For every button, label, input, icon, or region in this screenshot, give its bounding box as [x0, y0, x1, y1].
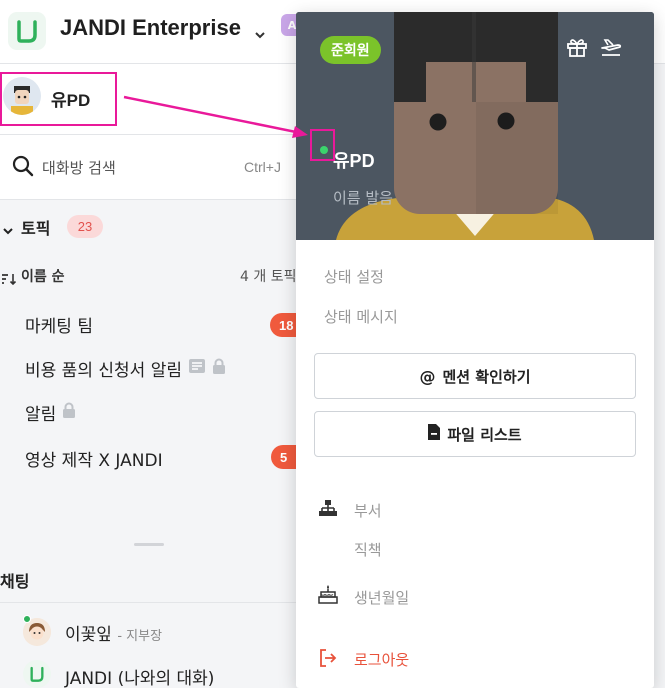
logout-button[interactable]: 로그아웃 — [354, 649, 409, 670]
mention-check-button[interactable]: @ 멘션 확인하기 — [314, 353, 636, 399]
chats-heading[interactable]: 채팅 — [0, 568, 29, 592]
gift-icon[interactable] — [566, 36, 588, 62]
highlight-box — [310, 129, 335, 161]
highlight-box — [0, 72, 117, 126]
job-title: 직책 — [354, 541, 382, 559]
department: 부서 — [354, 502, 382, 520]
lock-icon — [212, 358, 226, 379]
chevron-down-icon[interactable] — [254, 24, 266, 43]
topic-name: 영상 제작 X JANDI — [25, 451, 163, 471]
airplane-icon[interactable] — [600, 36, 622, 62]
birthday: 생년월일 — [354, 589, 410, 607]
online-status-dot — [23, 615, 31, 623]
chevron-down-icon[interactable] — [2, 220, 14, 239]
logout-icon[interactable] — [318, 648, 338, 672]
profile-name: 유PD — [333, 151, 375, 171]
divider — [0, 602, 296, 603]
resize-handle[interactable] — [134, 543, 164, 546]
list-item[interactable]: JANDI (나와의 대화) — [65, 664, 214, 688]
chat-role: - 지부장 — [117, 629, 163, 644]
topic-name: 알림 — [25, 405, 57, 425]
topics-count-badge: 23 — [67, 215, 103, 238]
org-chart-icon — [318, 499, 338, 523]
search-icon — [12, 155, 34, 181]
file-list-button[interactable]: 파일 리스트 — [314, 411, 636, 457]
topic-name: 마케팅 팀 — [25, 317, 93, 337]
topics-heading[interactable]: 토픽 — [21, 215, 50, 239]
topic-name: 비용 품의 신청서 알림 — [25, 361, 182, 381]
list-item[interactable]: 이꽃잎 - 지부장 — [65, 620, 162, 645]
profile-popup: 준회원 유PD 이름 발음 상태 설정 상태 메시지 @ 멘션 확인하기 파일 … — [296, 12, 654, 688]
team-name[interactable]: JANDI Enterprise — [60, 15, 241, 41]
birthday-cake-icon — [318, 584, 338, 608]
at-icon: @ — [419, 366, 436, 386]
status-message[interactable]: 상태 메시지 — [324, 306, 398, 327]
mention-button-label: 멘션 확인하기 — [442, 367, 531, 386]
board-icon — [188, 358, 206, 379]
chat-name: 이꽃잎 — [65, 625, 112, 645]
chat-name: JANDI (나와의 대화) — [65, 669, 215, 688]
sort-order[interactable]: 이름 순 — [21, 266, 65, 286]
lock-icon — [62, 402, 76, 423]
name-pronunciation: 이름 발음 — [333, 189, 393, 207]
member-role-badge: 준회원 — [320, 36, 381, 64]
search-input[interactable]: 대화방 검색 — [42, 157, 116, 178]
jandi-logo-icon[interactable] — [23, 660, 51, 688]
sort-icon[interactable] — [1, 270, 17, 289]
search-shortcut: Ctrl+J — [244, 159, 281, 175]
status-setting[interactable]: 상태 설정 — [324, 266, 384, 287]
list-item[interactable]: 영상 제작 X JANDI — [25, 446, 163, 471]
list-item[interactable]: 비용 품의 신청서 알림 — [25, 356, 226, 381]
list-item[interactable]: 알림 — [25, 400, 76, 425]
file-button-label: 파일 리스트 — [447, 425, 522, 444]
topic-total: 4 개 토픽 — [240, 269, 297, 285]
file-icon — [428, 424, 441, 444]
list-item[interactable]: 마케팅 팀 — [25, 312, 93, 337]
jandi-logo-icon[interactable] — [8, 12, 46, 50]
